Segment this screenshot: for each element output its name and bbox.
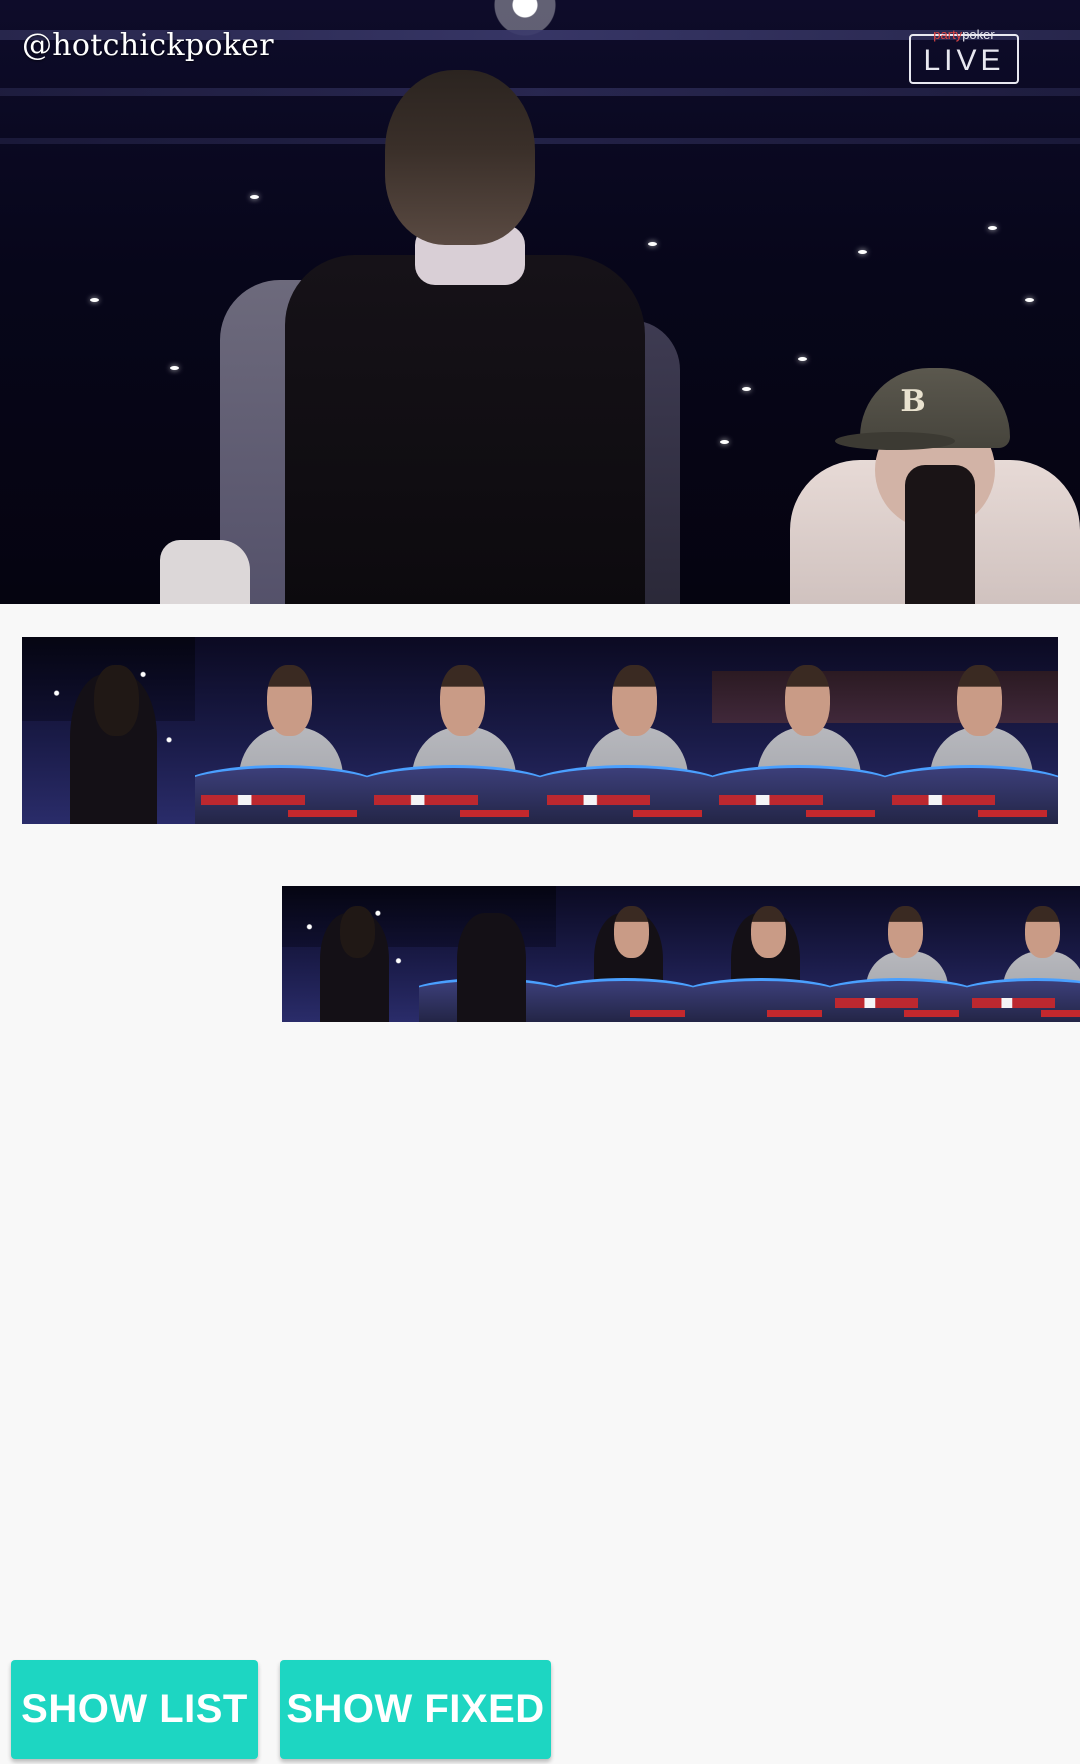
man-back-view <box>160 70 720 604</box>
show-fixed-button[interactable]: SHOW FIXED <box>280 1660 551 1759</box>
stage-light <box>170 366 179 370</box>
player-in-cap: B <box>780 368 1080 604</box>
thumbnail-frame[interactable] <box>884 637 1058 824</box>
show-list-button[interactable]: SHOW LIST <box>11 1660 258 1759</box>
thumbnail-frame[interactable] <box>22 637 195 824</box>
brand-party-text: party <box>933 27 963 42</box>
stage-light <box>720 440 729 444</box>
stage-light <box>798 357 807 361</box>
thumbnail-frame[interactable] <box>194 637 368 824</box>
thumbnail-frame[interactable] <box>282 886 419 1022</box>
brand-live-text: LIVE <box>923 44 1005 77</box>
stage-light <box>742 387 751 391</box>
stage-light <box>1025 298 1034 302</box>
thumbnail-frame[interactable] <box>539 637 713 824</box>
watermark-handle: @hotchickpoker <box>22 28 274 63</box>
thumbnail-frame[interactable] <box>556 886 693 1022</box>
thumbnail-strip-list[interactable] <box>22 637 1058 824</box>
thumbnail-frame[interactable] <box>712 637 885 824</box>
stage-light <box>858 250 867 254</box>
video-player[interactable]: B @hotchickpoker partypoker LIVE <box>0 0 1080 604</box>
stage-light <box>90 298 99 302</box>
thumbnail-frame[interactable] <box>830 886 967 1022</box>
thumbnail-frame[interactable] <box>693 886 830 1022</box>
thumbnail-frame[interactable] <box>367 637 540 824</box>
thumbnail-strip-fixed[interactable] <box>282 886 1080 1022</box>
thumbnail-frame[interactable] <box>967 886 1080 1022</box>
brand-poker-text: poker <box>962 27 995 42</box>
thumbnail-frame[interactable] <box>419 886 556 1022</box>
partypoker-live-logo: partypoker LIVE <box>909 28 1019 84</box>
stage-light <box>988 226 997 230</box>
